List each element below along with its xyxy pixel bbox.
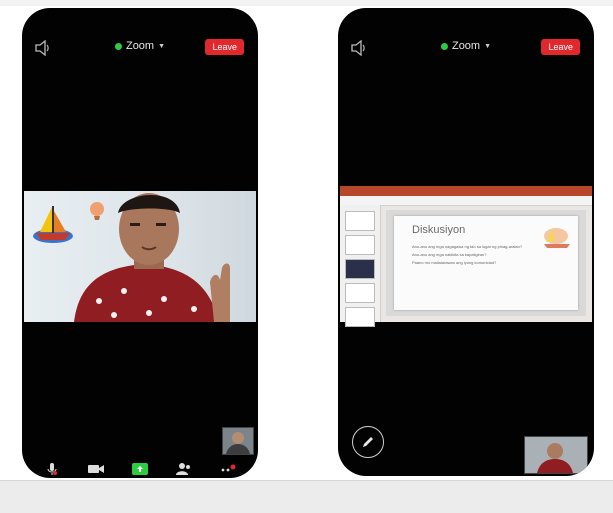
slide-thumbnail	[345, 283, 375, 303]
participant-video	[24, 191, 256, 322]
green-dot	[440, 42, 448, 50]
slide-thumbnail	[345, 259, 375, 279]
slide-canvas: Diskusiyon Ano-ano ang mga nagagawa ng t…	[386, 210, 586, 316]
participant-person	[74, 193, 230, 322]
video-icon[interactable]	[88, 463, 104, 475]
meeting-name-label: Zoom	[125, 40, 155, 52]
more-icon[interactable]	[220, 463, 236, 475]
speaker-icon[interactable]	[34, 40, 52, 56]
participants-icon[interactable]	[176, 463, 192, 475]
slide-thumbnail	[345, 307, 375, 327]
chevron-down-icon: ▼	[158, 42, 166, 50]
bottom-gray-band	[0, 480, 613, 513]
slide-bullet: Paano mo mailalarawan ang iyong komunida…	[412, 260, 497, 265]
meeting-name-dropdown[interactable]: Zoom ▼	[440, 40, 492, 52]
self-view-thumbnail[interactable]	[524, 436, 588, 474]
shared-screen-powerpoint: Diskusiyon Ano-ano ang mga nagagawa ng t…	[340, 186, 592, 327]
annotate-pen-button[interactable]	[352, 426, 384, 458]
top-edge	[0, 0, 613, 6]
self-view-image	[525, 437, 587, 473]
speaker-icon[interactable]	[350, 40, 368, 56]
chevron-down-icon: ▼	[484, 42, 492, 50]
share-screen-icon[interactable]	[132, 463, 148, 475]
meeting-name-dropdown[interactable]: Zoom ▼	[114, 40, 166, 52]
mic-icon[interactable]	[44, 463, 60, 475]
green-dot	[114, 42, 122, 50]
slide-bullets: Ano-ano ang mga nagagawa ng tao sa lugar…	[412, 244, 552, 268]
slide-title: Diskusiyon	[412, 224, 466, 236]
slide-bullet: Ano-ano ang mga nagagawa ng tao sa lugar…	[412, 244, 523, 249]
phone-left-zoom-video: Zoom ▼ Leave	[22, 8, 258, 478]
self-view-thumbnail[interactable]	[222, 427, 254, 455]
pen-icon	[363, 437, 373, 447]
slide-bullet: Ano-ano ang mga nakikita sa kapaligiran?	[412, 252, 487, 257]
self-view-image	[223, 428, 253, 454]
meeting-topbar: Zoom ▼ Leave	[22, 36, 258, 62]
ppt-title-bar	[340, 186, 592, 196]
slide-thumbnails	[340, 205, 381, 327]
slide-page: Diskusiyon Ano-ano ang mga nagagawa ng t…	[394, 216, 578, 310]
slide-thumbnail	[345, 235, 375, 255]
meeting-topbar: Zoom ▼ Leave	[338, 36, 594, 62]
slide-decoration	[544, 228, 570, 248]
slide-thumbnail	[345, 211, 375, 231]
meeting-toolbar	[30, 460, 250, 478]
leave-button[interactable]: Leave	[205, 39, 244, 55]
meeting-name-label: Zoom	[451, 40, 481, 52]
phone-right-zoom-share: Zoom ▼ Leave Diskusiyon Ano-ano ang mga …	[338, 8, 594, 476]
leave-button[interactable]: Leave	[541, 39, 580, 55]
